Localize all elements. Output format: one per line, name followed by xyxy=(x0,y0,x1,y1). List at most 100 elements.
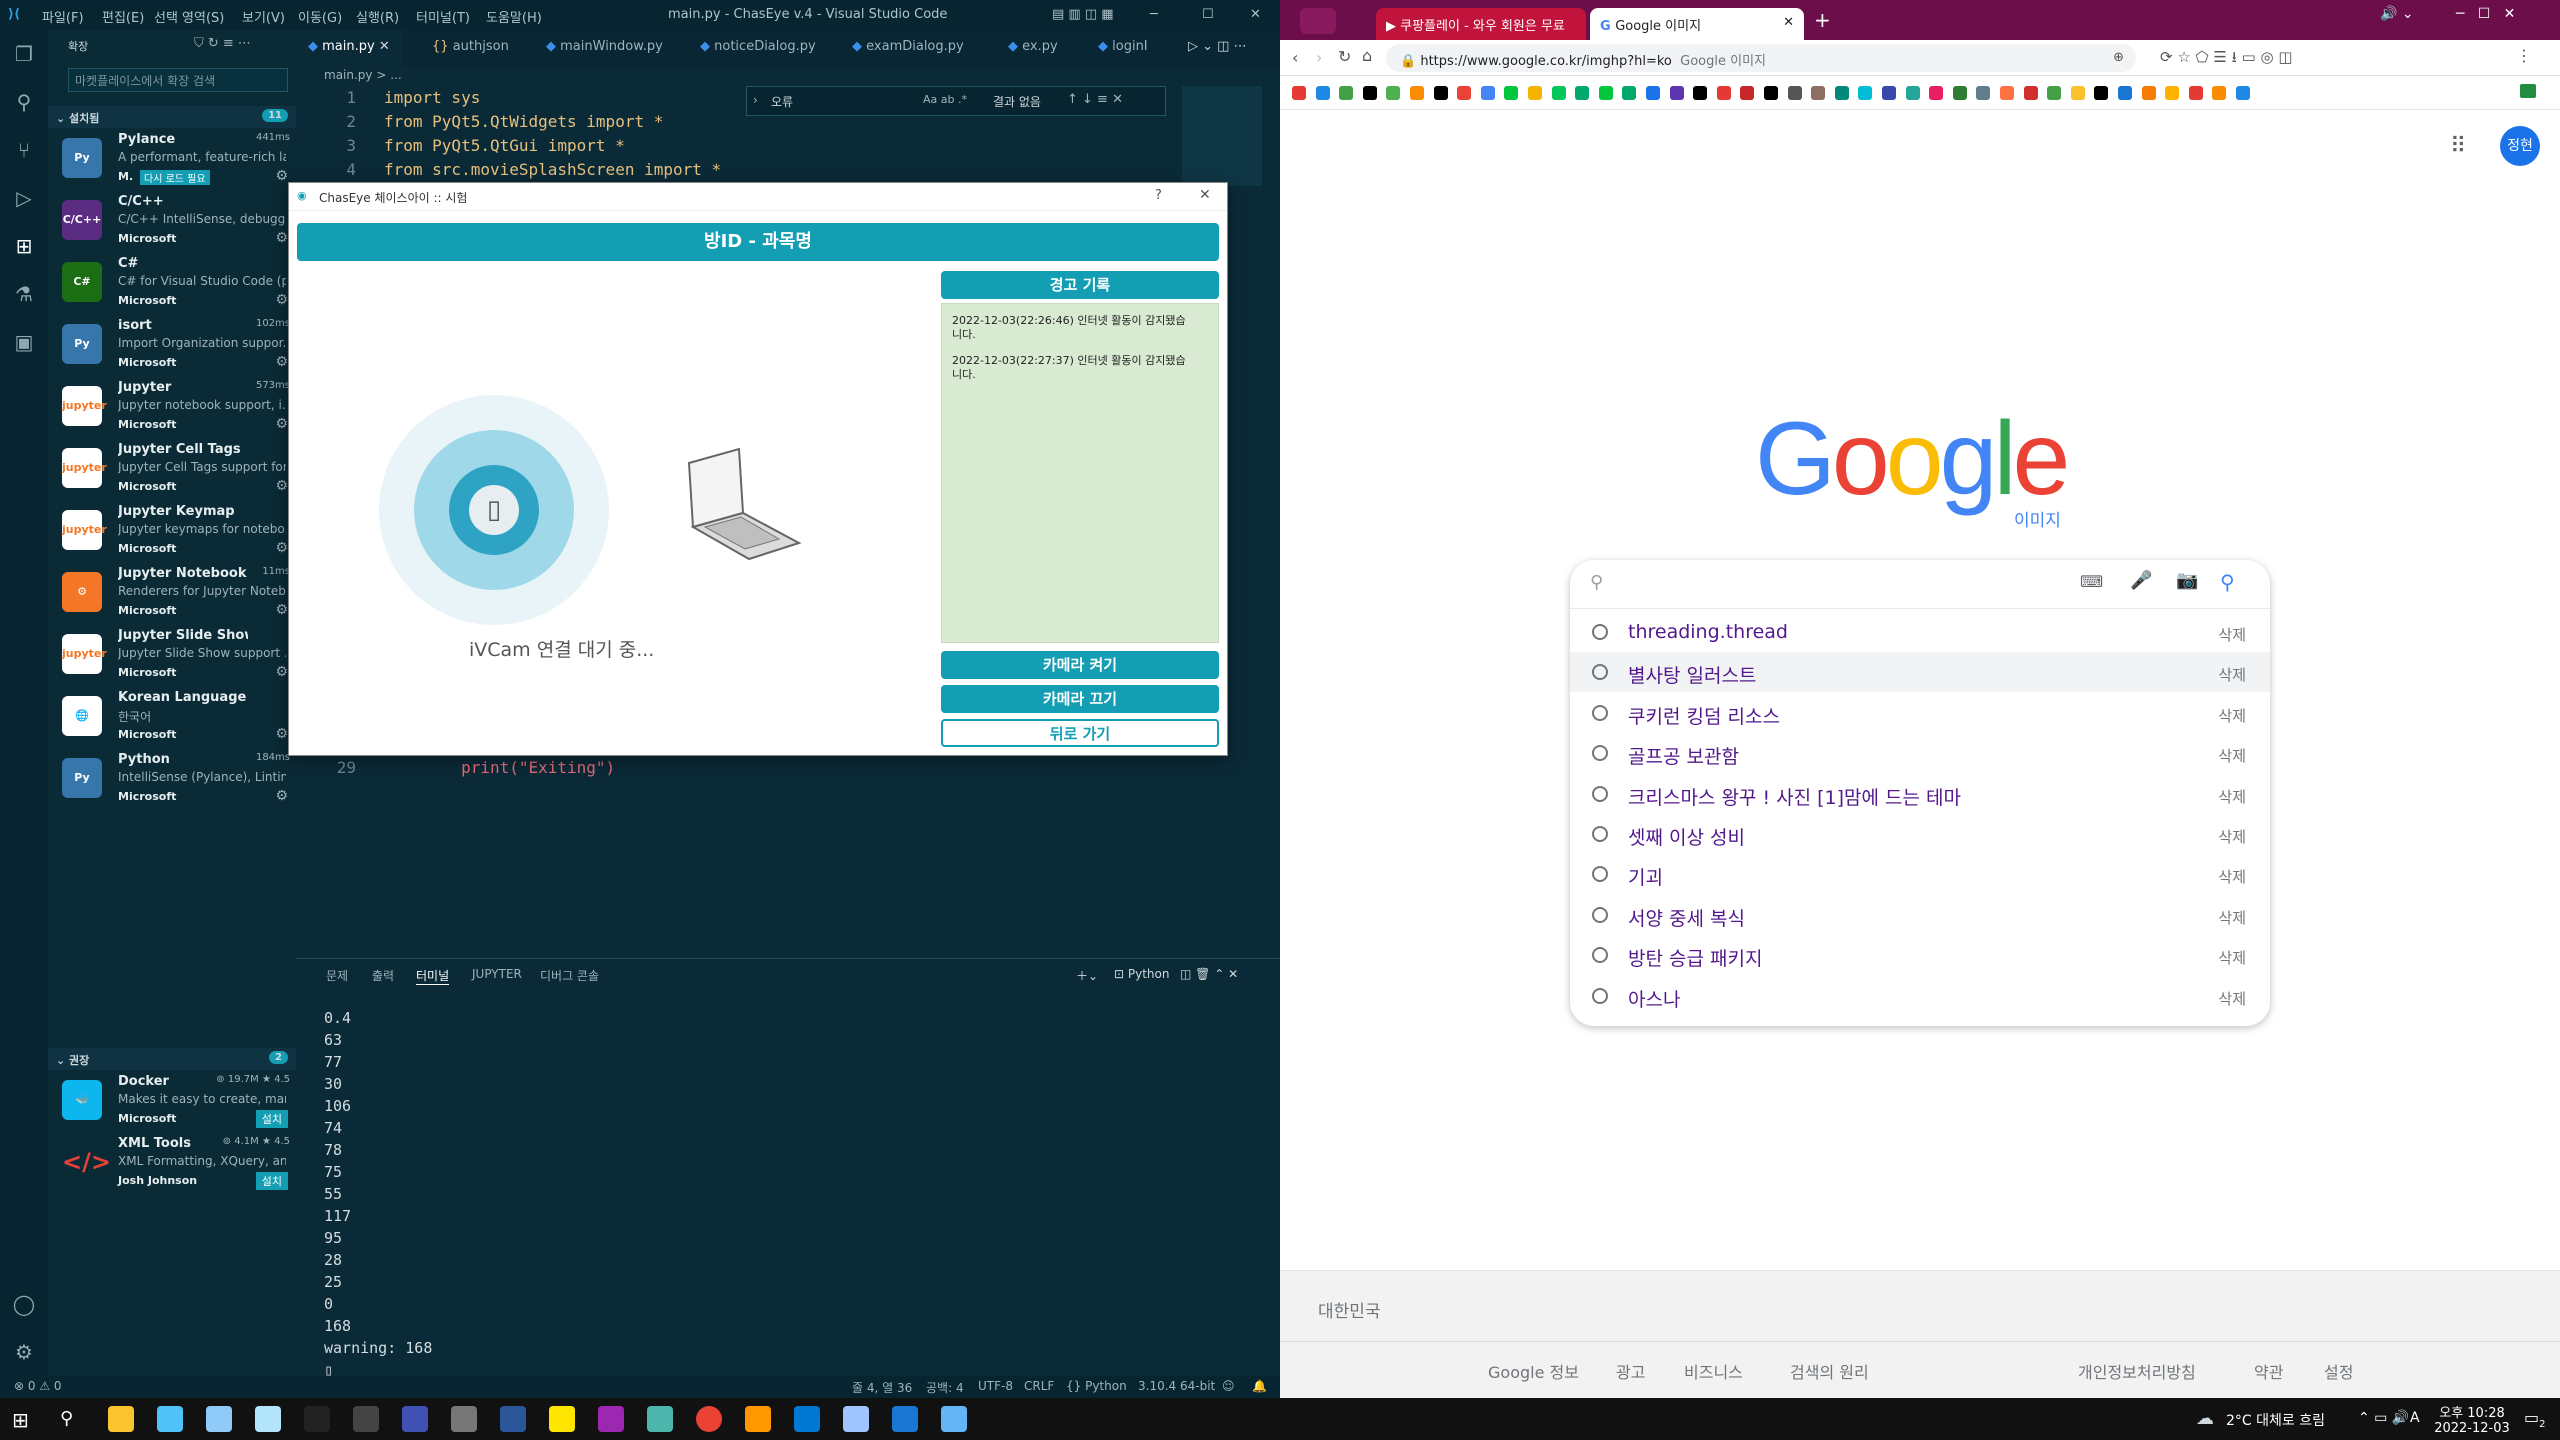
language-status[interactable]: {} Python xyxy=(1066,1379,1127,1393)
bookmark-icon[interactable] xyxy=(1646,86,1660,100)
recommended-section-header[interactable]: ⌄ 권장 2 xyxy=(48,1048,296,1070)
bookmark-icon[interactable] xyxy=(1669,86,1684,100)
bookmark-icon[interactable] xyxy=(2070,86,2085,100)
extension-item[interactable]: jupyter Jupyter 573ms Jupyter notebook supp… xyxy=(48,376,296,438)
bookmark-icon[interactable] xyxy=(2165,86,2180,100)
extension-item[interactable]: ⚙ Jupyter Notebook ... 11ms Renderers for J… xyxy=(48,562,296,624)
footer-link-about[interactable]: Google 정보 xyxy=(1488,1359,1579,1383)
bookmark-icon[interactable] xyxy=(2023,86,2038,100)
bookmark-icon[interactable] xyxy=(1787,86,1802,100)
bookmark-icon[interactable] xyxy=(1386,86,1401,100)
bookmark-icon[interactable] xyxy=(2212,86,2227,100)
bookmark-icon[interactable] xyxy=(1362,86,1377,100)
suggestion-delete-button[interactable]: 삭제 xyxy=(2218,786,2246,807)
bookmark-icon[interactable] xyxy=(1811,86,1826,100)
taskbar-app-icon[interactable] xyxy=(206,1406,232,1432)
footer-link-settings[interactable]: 설정 xyxy=(2324,1359,2353,1383)
layout-toggle-icon[interactable]: ▤ ▥ ◫ ▦ xyxy=(1052,7,1114,22)
menu-run[interactable]: 실행(R) xyxy=(356,7,399,26)
bookmark-icon[interactable] xyxy=(2094,86,2109,100)
taskbar-app-icon[interactable] xyxy=(402,1406,428,1432)
taskbar-app-icon[interactable] xyxy=(549,1406,575,1432)
footer-link-ads[interactable]: 광고 xyxy=(1616,1359,1645,1383)
manage-gear-icon[interactable]: ⚙ xyxy=(275,602,288,618)
bookmark-icon[interactable] xyxy=(1834,86,1849,100)
manage-gear-icon[interactable]: ⚙ xyxy=(275,168,288,184)
manage-gear-icon[interactable]: ⚙ xyxy=(275,292,288,308)
extension-item[interactable]: C# C# C# for Visual Studio Code (p... Micro… xyxy=(48,252,296,314)
tab-examdialog-py[interactable]: ◆ examDialog.py xyxy=(840,30,976,66)
suggestion-item[interactable]: 골프공 보관함 삭제 xyxy=(1570,733,2270,773)
back-icon[interactable]: ‹ xyxy=(1292,48,1298,67)
bookmark-icon[interactable] xyxy=(2188,86,2203,100)
terminal-python-label[interactable]: ⊡ Python xyxy=(1114,967,1169,981)
minimap[interactable] xyxy=(1182,86,1262,186)
suggestion-delete-button[interactable]: 삭제 xyxy=(2218,866,2246,887)
menu-help[interactable]: 도움말(H) xyxy=(486,7,542,26)
camera-on-button[interactable]: 카메라 켜기 xyxy=(941,651,1219,679)
bookmark-icon[interactable] xyxy=(2141,86,2156,100)
extension-item[interactable]: C/C++ C/C++ C/C++ IntelliSense, debuggi...… xyxy=(48,190,296,252)
taskbar-search-icon[interactable]: ⚲ xyxy=(60,1408,73,1429)
suggestion-delete-button[interactable]: 삭제 xyxy=(2218,907,2246,928)
notification-icon[interactable]: ▭2 xyxy=(2524,1408,2546,1430)
taskbar-app-icon[interactable] xyxy=(500,1406,526,1432)
profile-avatar[interactable]: 정현 xyxy=(2500,126,2540,166)
find-options-icon[interactable]: Aa ab .* xyxy=(923,93,967,106)
panel-actions-icon[interactable]: ◫ 🗑 ⌃ ✕ xyxy=(1180,967,1238,981)
manage-gear-icon[interactable]: ⚙ xyxy=(275,726,288,742)
bookmark-icon[interactable] xyxy=(1952,86,1967,100)
suggestion-item[interactable]: 기괴 삭제 xyxy=(1570,854,2270,894)
run-split-more-icon[interactable]: ▷ ⌄ ◫ ⋯ xyxy=(1176,30,1259,66)
bookmark-icon[interactable] xyxy=(2000,86,2014,100)
account-icon[interactable]: ◯ xyxy=(12,1292,36,1316)
panel-tab-problems[interactable]: 문제 xyxy=(326,967,348,984)
menu-file[interactable]: 파일(F) xyxy=(42,7,84,26)
code-line-2[interactable]: 2 from PyQt5.QtWidgets import * xyxy=(296,112,736,136)
footer-link-how-search-works[interactable]: 검색의 원리 xyxy=(1790,1359,1869,1383)
panel-tab-terminal[interactable]: 터미널 xyxy=(416,967,450,985)
bookmark-icon[interactable] xyxy=(2047,86,2062,100)
extension-item[interactable]: jupyter Jupyter Slide Show Jupyter Slide S… xyxy=(48,624,296,686)
bookmark-icon[interactable] xyxy=(1716,86,1731,100)
camera-off-button[interactable]: 카메라 끄기 xyxy=(941,685,1219,713)
extension-item[interactable]: jupyter Jupyter Cell Tags Jupyter Cell Tag… xyxy=(48,438,296,500)
dialog-close-button[interactable]: ✕ xyxy=(1199,187,1211,203)
taskbar-app-icon[interactable] xyxy=(941,1406,967,1432)
manage-gear-icon[interactable]: ⚙ xyxy=(275,416,288,432)
suggestion-item[interactable]: 셋째 이상 성비 삭제 xyxy=(1570,814,2270,854)
bookmark-icon[interactable] xyxy=(1976,86,1991,100)
extension-item[interactable]: Py Pylance 441ms A performant, feature-rich… xyxy=(48,128,296,190)
ime-indicator[interactable]: A xyxy=(2410,1410,2420,1426)
reload-required-badge[interactable]: 다시 로드 필요 xyxy=(140,170,210,185)
bookmark-icon[interactable] xyxy=(1528,86,1542,100)
code-line-4[interactable]: 4 from src.movieSplashScreen import * xyxy=(296,160,736,184)
tab-ex-py[interactable]: ◆ ex.py xyxy=(996,30,1070,66)
maximize-icon[interactable]: ☐ xyxy=(1202,7,1214,22)
menu-go[interactable]: 이동(G) xyxy=(298,7,342,26)
taskbar-app-icon[interactable] xyxy=(892,1406,918,1432)
indent-status[interactable]: 공백: 4 xyxy=(926,1379,964,1396)
footer-link-terms[interactable]: 약관 xyxy=(2254,1359,2283,1383)
suggestion-item[interactable]: 쿠키런 킹덤 리소스 삭제 xyxy=(1570,693,2270,733)
panel-tab-debug-console[interactable]: 디버그 콘솔 xyxy=(540,967,599,984)
camera-search-icon[interactable]: 📷 xyxy=(2176,570,2198,591)
install-button[interactable]: 설치 xyxy=(255,1172,288,1190)
settings-gear-icon[interactable]: ⚙ xyxy=(12,1340,36,1364)
home-icon[interactable]: ⌂ xyxy=(1362,46,1372,65)
find-input[interactable]: 오류 xyxy=(771,93,793,110)
bookmark-icon[interactable] xyxy=(1292,86,1306,100)
tab-noticedialog-py[interactable]: ◆ noticeDialog.py xyxy=(688,30,828,66)
extension-item-xml-tools[interactable]: </> XML Tools ⊚ 4.1M ★ 4.5 XML Formattin… xyxy=(48,1132,296,1194)
bookmark-icon[interactable] xyxy=(1740,86,1755,100)
remote-icon[interactable]: ▣ xyxy=(12,330,36,354)
bookmark-icon[interactable] xyxy=(1480,86,1495,100)
menu-selection[interactable]: 선택 영역(S) xyxy=(154,7,224,26)
suggestion-item[interactable]: 방탄 승급 패키지 삭제 xyxy=(1570,935,2270,975)
code-line-29[interactable]: 29 print("Exiting") xyxy=(296,758,736,782)
source-control-icon[interactable]: ⑂ xyxy=(12,138,36,162)
explorer-icon[interactable]: ❐ xyxy=(12,42,36,66)
suggestion-delete-button[interactable]: 삭제 xyxy=(2218,826,2246,847)
menu-edit[interactable]: 편집(E) xyxy=(102,7,144,26)
bookmark-icon[interactable] xyxy=(1551,86,1566,100)
